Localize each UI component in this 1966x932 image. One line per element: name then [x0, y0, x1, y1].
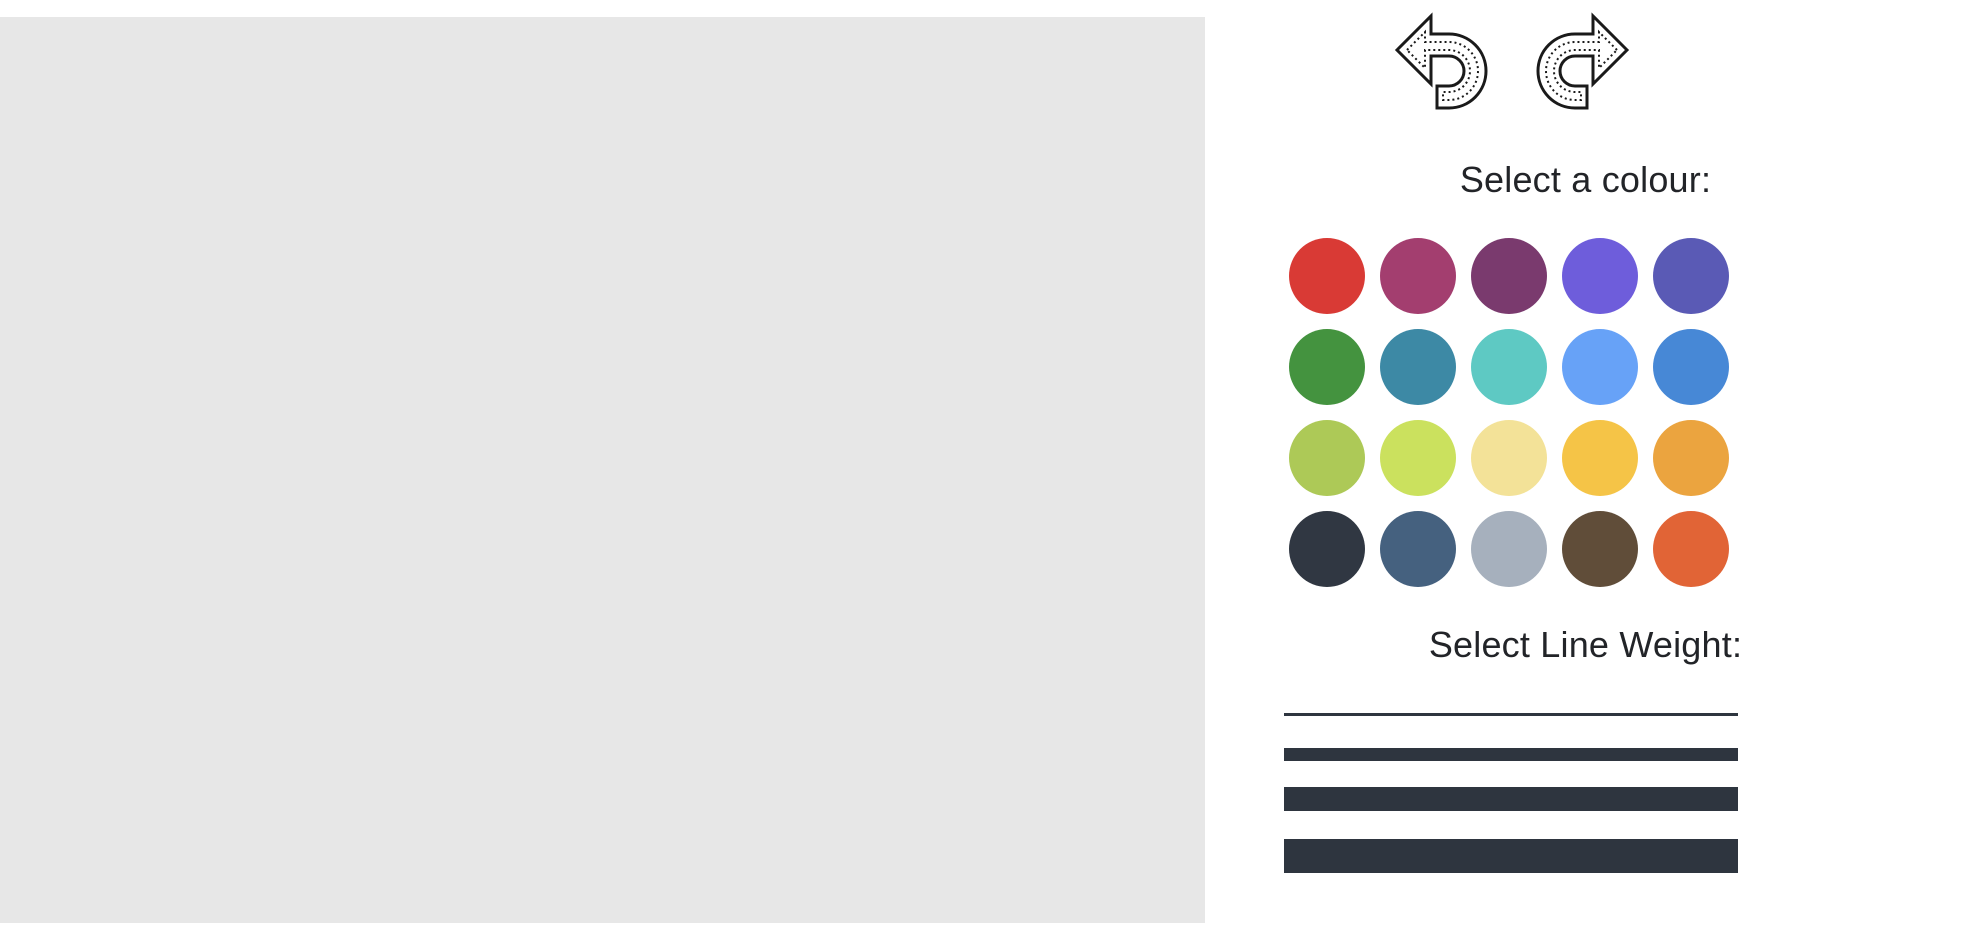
colour-swatch[interactable] — [1653, 420, 1729, 496]
colour-swatch[interactable] — [1380, 420, 1456, 496]
colour-swatch[interactable] — [1380, 238, 1456, 314]
colour-swatch[interactable] — [1471, 511, 1547, 587]
colour-swatch[interactable] — [1471, 329, 1547, 405]
colour-swatch[interactable] — [1562, 420, 1638, 496]
colour-swatches — [1289, 238, 1761, 587]
drawing-canvas[interactable] — [0, 17, 1205, 923]
colour-swatch[interactable] — [1562, 511, 1638, 587]
drawing-app: Select a colour: Select Line Weight: — [0, 0, 1966, 932]
colour-swatch[interactable] — [1289, 511, 1365, 587]
line-weight-2[interactable] — [1284, 748, 1738, 761]
redo-arrow-icon — [1536, 12, 1630, 110]
redo-button[interactable] — [1535, 12, 1631, 112]
colour-swatch[interactable] — [1653, 238, 1729, 314]
line-weight-3[interactable] — [1284, 787, 1738, 811]
colour-swatch[interactable] — [1380, 329, 1456, 405]
undo-button[interactable] — [1393, 12, 1489, 112]
colour-swatch[interactable] — [1380, 511, 1456, 587]
colour-picker-title: Select a colour: — [1459, 159, 1712, 200]
colour-swatch[interactable] — [1289, 329, 1365, 405]
colour-swatch[interactable] — [1289, 238, 1365, 314]
colour-swatch[interactable] — [1471, 238, 1547, 314]
tools-panel: Select a colour: Select Line Weight: — [1205, 0, 1966, 932]
history-controls — [1205, 12, 1966, 112]
colour-swatch[interactable] — [1562, 329, 1638, 405]
colour-swatch[interactable] — [1653, 329, 1729, 405]
colour-swatch[interactable] — [1653, 511, 1729, 587]
colour-swatch[interactable] — [1562, 238, 1638, 314]
undo-arrow-icon — [1394, 12, 1488, 110]
colour-swatch[interactable] — [1289, 420, 1365, 496]
line-weight-options — [1284, 700, 1738, 880]
line-weight-4[interactable] — [1284, 839, 1738, 873]
colour-swatch[interactable] — [1471, 420, 1547, 496]
line-weight-1[interactable] — [1284, 713, 1738, 716]
line-weight-title: Select Line Weight: — [1428, 624, 1743, 665]
